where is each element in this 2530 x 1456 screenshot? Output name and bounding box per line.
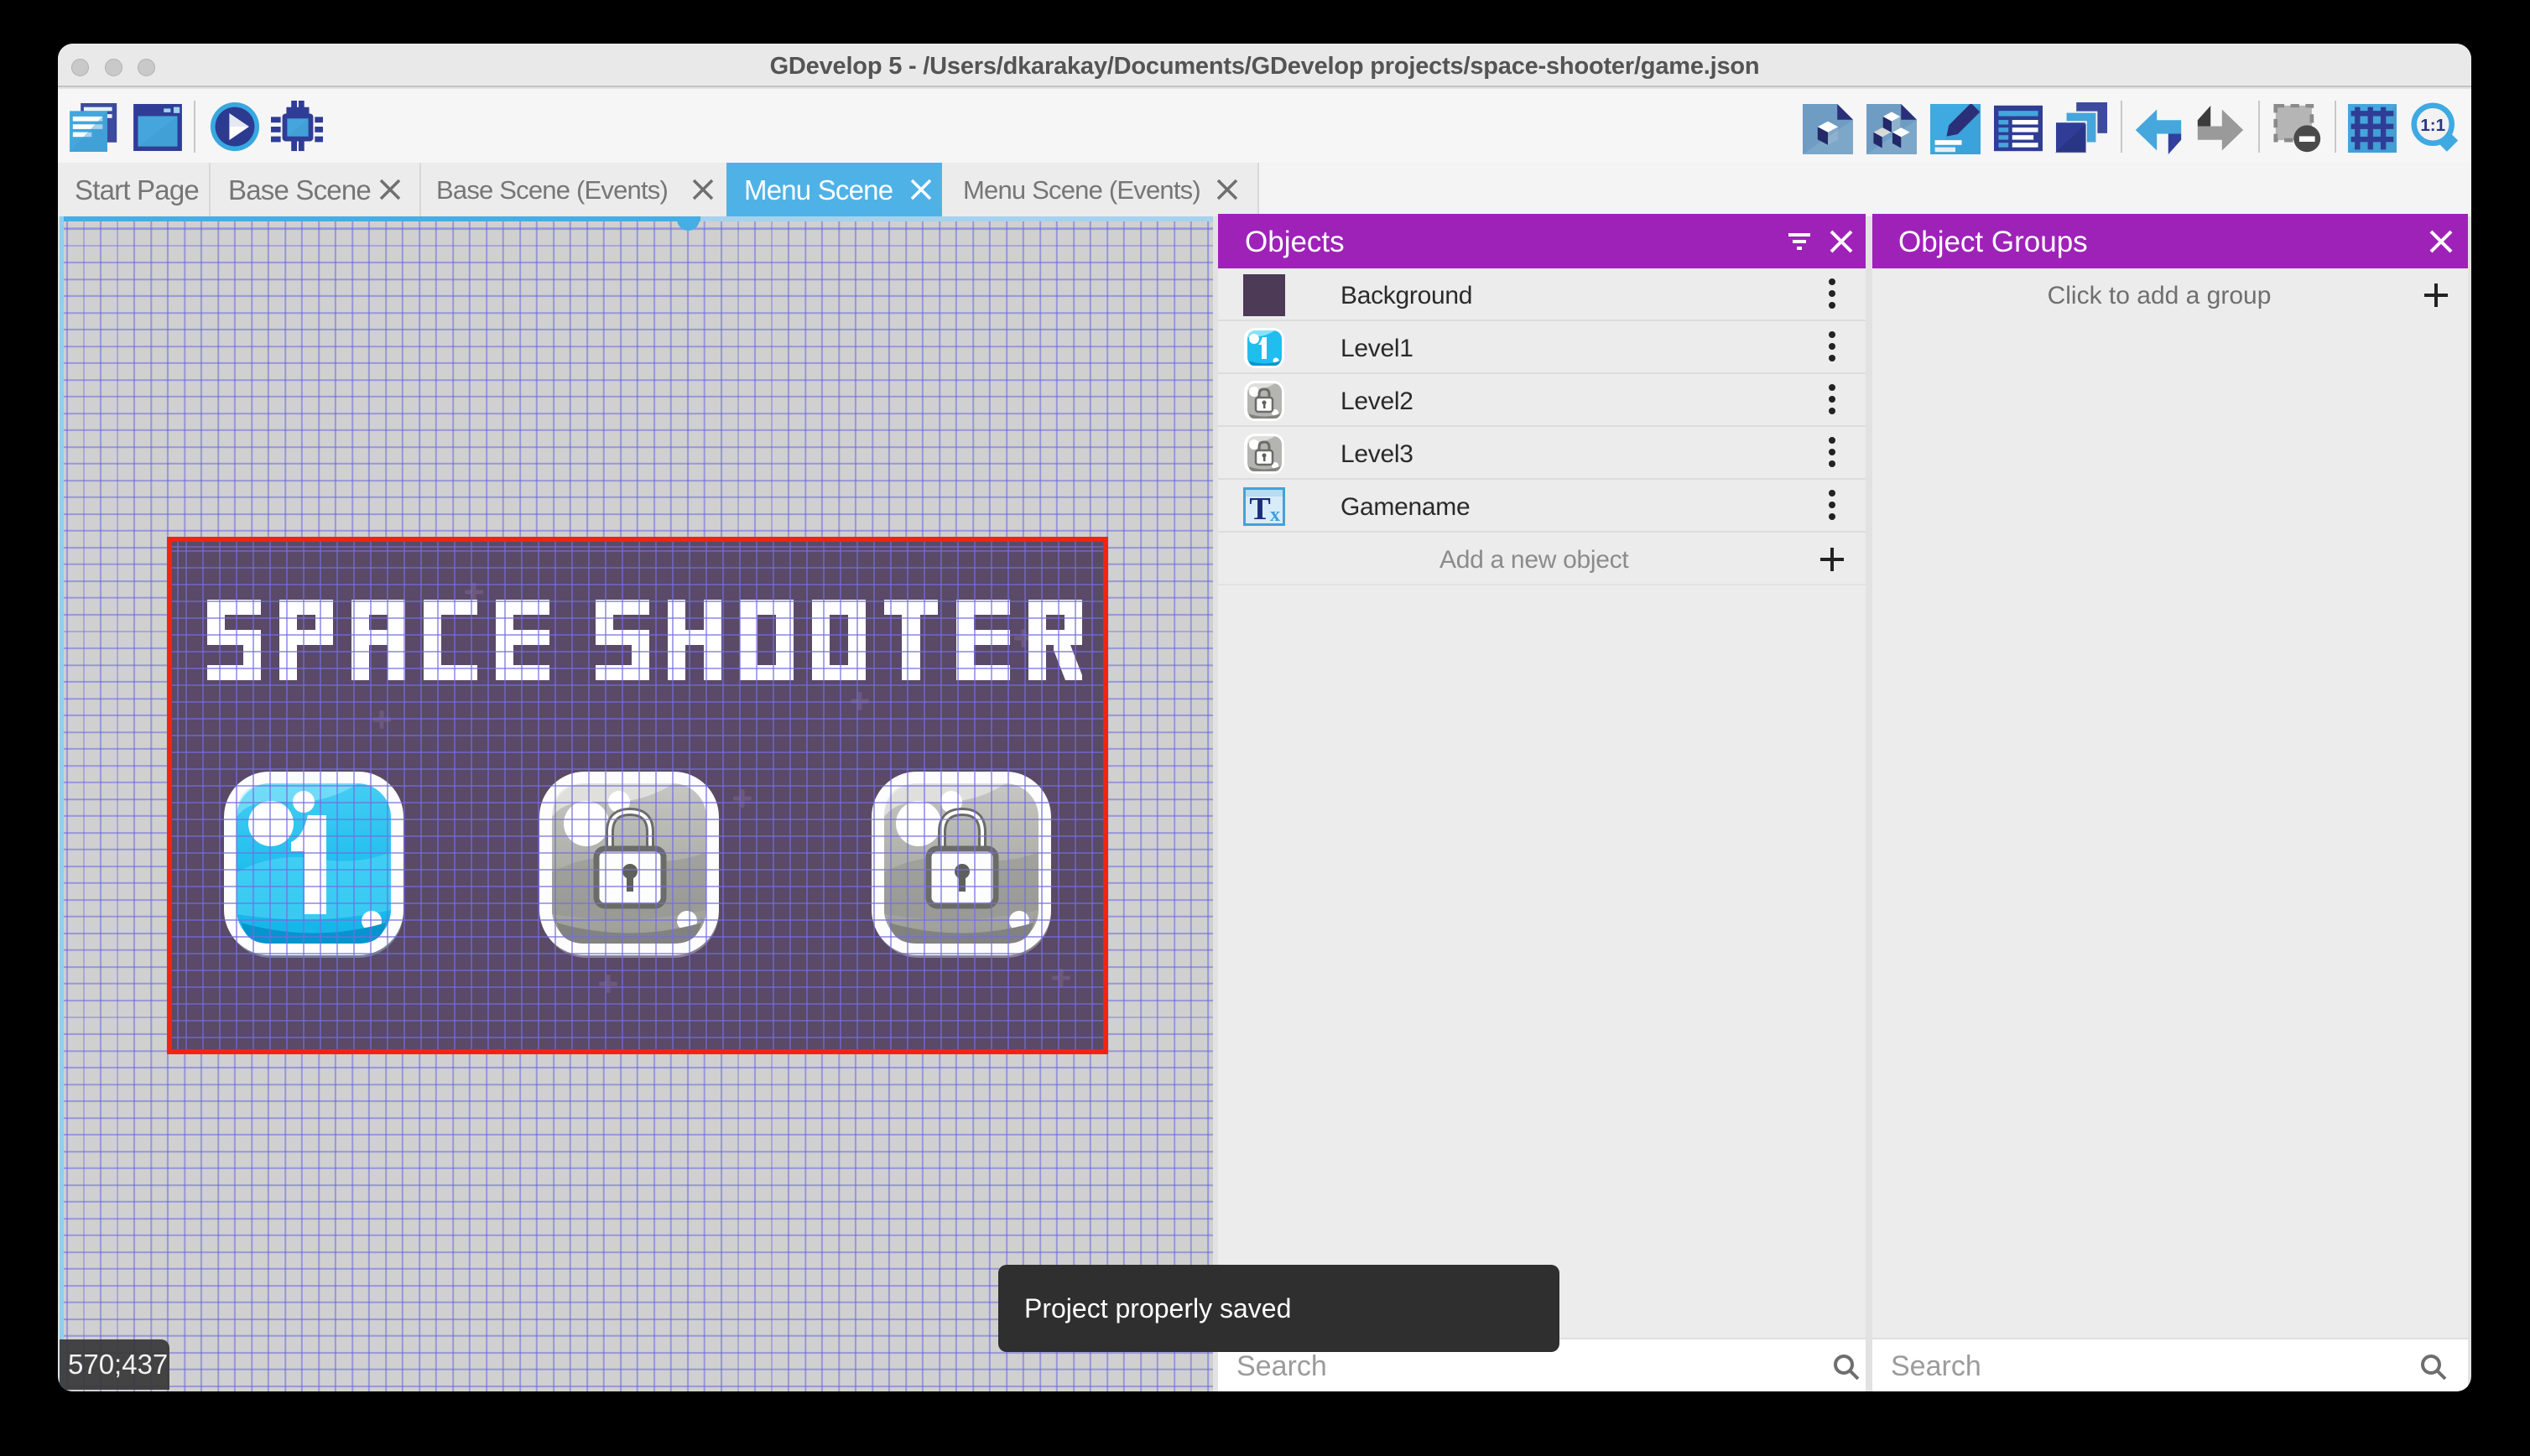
svg-text:1:1: 1:1 (2420, 116, 2445, 135)
svg-text:x: x (1270, 504, 1280, 526)
svg-text:T: T (1249, 491, 1270, 527)
